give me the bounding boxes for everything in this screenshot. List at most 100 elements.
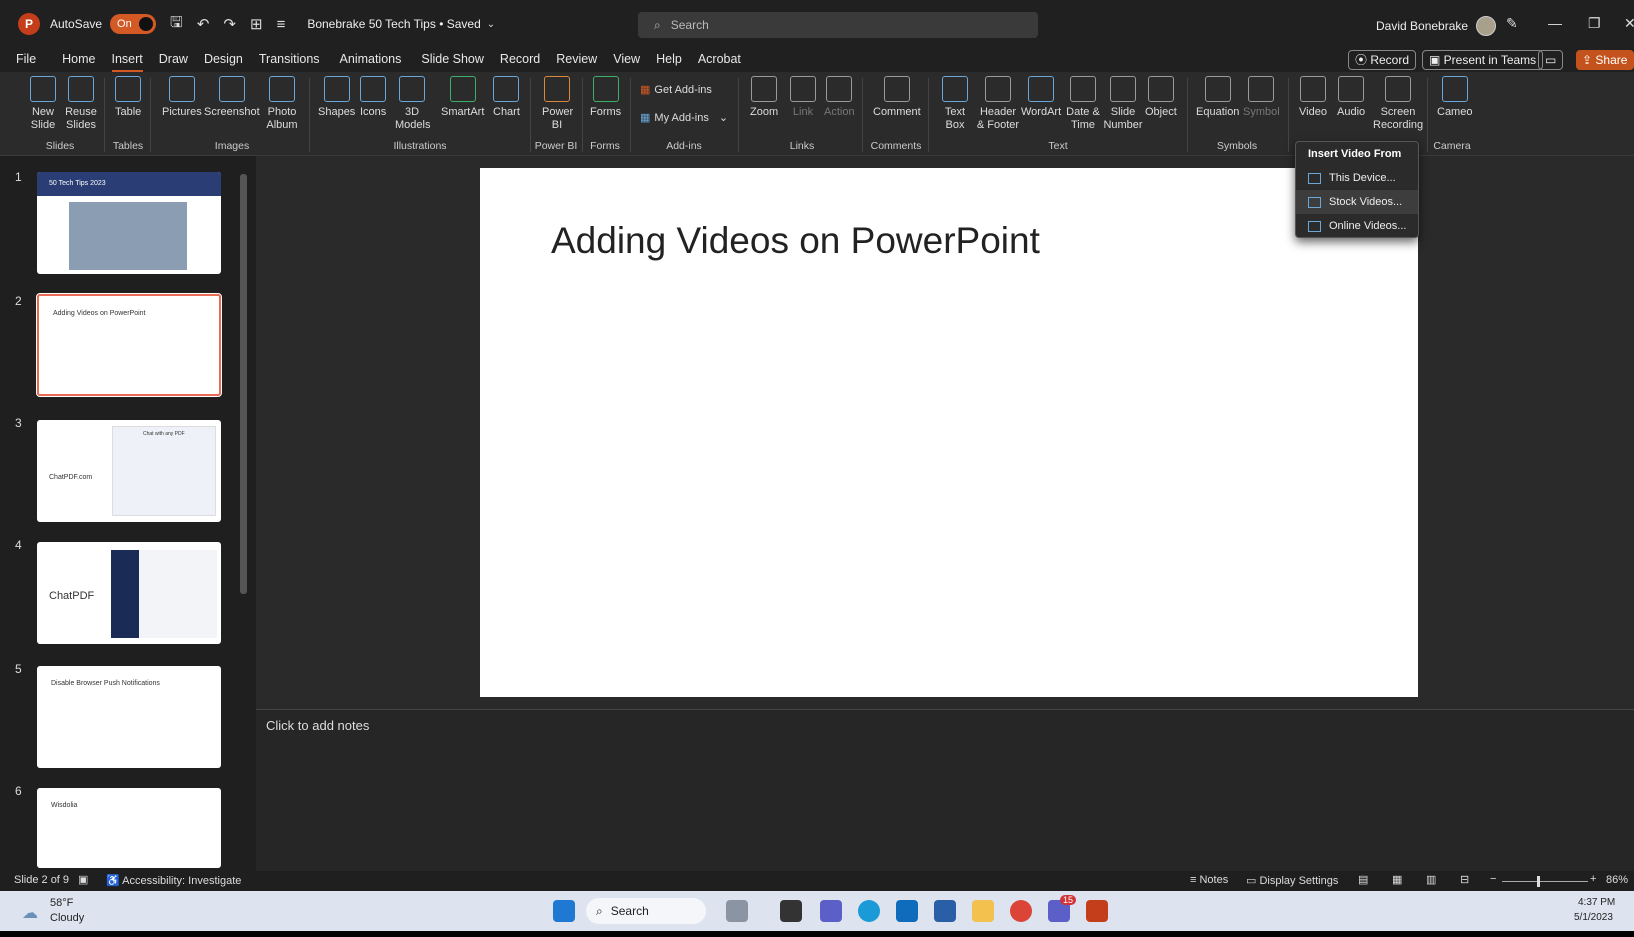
widgets-icon[interactable] (726, 900, 748, 922)
reuse-slides-button[interactable]: Reuse Slides (64, 76, 98, 132)
edge-icon[interactable] (858, 900, 880, 922)
tab-home[interactable]: Home (62, 48, 95, 72)
close-icon[interactable]: ✕ (1624, 15, 1634, 32)
thumbnails-scrollbar[interactable] (240, 160, 248, 860)
outlook-icon[interactable] (896, 900, 918, 922)
new-slide-button[interactable]: New Slide (26, 76, 60, 132)
icons-button[interactable]: Icons (360, 76, 386, 119)
power-bi-button[interactable]: Power BI (542, 76, 573, 132)
table-button[interactable]: Table (115, 76, 141, 119)
powerpoint-taskbar-icon[interactable] (1086, 900, 1108, 922)
tab-transitions[interactable]: Transitions (259, 48, 320, 72)
zoom-button[interactable]: Zoom (750, 76, 778, 119)
cameo-button[interactable]: Cameo (1437, 76, 1472, 119)
tab-review[interactable]: Review (556, 48, 597, 72)
teams-chat-icon[interactable] (820, 900, 842, 922)
audio-button[interactable]: Audio (1337, 76, 1365, 119)
user-account[interactable]: David Bonebrake (1376, 16, 1497, 36)
get-addins-button[interactable]: ▦ Get Add-ins (640, 84, 712, 97)
task-view-icon[interactable] (780, 900, 802, 922)
search-box[interactable]: ⌕ Search (638, 12, 1038, 38)
chart-button[interactable]: Chart (493, 76, 520, 119)
equation-button[interactable]: Equation (1196, 76, 1239, 119)
restore-icon[interactable]: ❐ (1588, 15, 1601, 32)
text-box-button[interactable]: Text Box (940, 76, 970, 132)
windows-start-icon[interactable] (553, 900, 575, 922)
pictures-button[interactable]: Pictures (162, 76, 202, 119)
redo-icon[interactable]: ↷ (223, 15, 236, 33)
tab-draw[interactable]: Draw (159, 48, 188, 72)
chrome-icon[interactable] (1010, 900, 1032, 922)
object-button[interactable]: Object (1145, 76, 1177, 119)
taskbar-search[interactable]: ⌕ Search (586, 898, 706, 924)
slide-thumbnail-5[interactable]: Disable Browser Push Notifications (37, 666, 221, 768)
avatar[interactable] (1476, 16, 1497, 36)
slide-sorter-icon[interactable]: ▦ (1392, 873, 1402, 886)
shapes-button[interactable]: Shapes (318, 76, 355, 119)
screen-recording-button[interactable]: Screen Recording (1373, 76, 1423, 132)
menu-item-stock-videos[interactable]: Stock Videos... (1296, 190, 1418, 214)
smartart-button[interactable]: SmartArt (441, 76, 484, 119)
slide-number-button[interactable]: Slide Number (1103, 76, 1143, 132)
normal-view-icon[interactable]: ▤ (1358, 873, 1368, 886)
tab-view[interactable]: View (613, 48, 640, 72)
document-title[interactable]: Bonebrake 50 Tech Tips • Saved (307, 17, 480, 31)
my-addins-button[interactable]: ▦ My Add-ins ⌄ (640, 112, 728, 125)
slide-thumbnail-1[interactable]: 50 Tech Tips 2023 (37, 172, 221, 274)
present-icon[interactable]: ⊞ (250, 15, 263, 33)
spelling-icon[interactable]: ▣ (78, 873, 88, 886)
tab-file[interactable]: File (16, 48, 36, 72)
slide-thumbnail-3[interactable]: ChatPDF.com Chat with any PDF (37, 420, 221, 522)
menu-item-this-device[interactable]: This Device... (1296, 166, 1418, 190)
customize-qat-icon[interactable]: ≡ (277, 16, 286, 33)
tab-design[interactable]: Design (204, 48, 243, 72)
clock-time[interactable]: 4:37 PM (1578, 897, 1615, 908)
zoom-in-icon[interactable]: + (1590, 873, 1596, 885)
tab-acrobat[interactable]: Acrobat (698, 48, 741, 72)
weather-desc[interactable]: Cloudy (50, 912, 84, 924)
tab-record[interactable]: Record (500, 48, 540, 72)
zoom-out-icon[interactable]: − (1490, 873, 1496, 885)
slide-thumbnail-6[interactable]: Wisdolia (37, 788, 221, 868)
forms-button[interactable]: Forms (590, 76, 621, 119)
wordart-button[interactable]: WordArt (1021, 76, 1061, 119)
accessibility-status[interactable]: ♿ Accessibility: Investigate (106, 874, 241, 887)
comments-button[interactable]: ▭ (1538, 50, 1564, 70)
store-icon[interactable] (934, 900, 956, 922)
pen-icon[interactable]: ✎ (1506, 15, 1518, 32)
zoom-level[interactable]: 86% (1606, 874, 1628, 886)
slide-thumbnail-4[interactable]: ChatPDF (37, 542, 221, 644)
save-icon[interactable]: 🖫 (170, 12, 183, 37)
zoom-slider[interactable] (1502, 881, 1588, 882)
notes-button[interactable]: ≡ Notes (1190, 874, 1228, 886)
action-button[interactable]: Action (824, 76, 855, 119)
record-button[interactable]: ⦿ Record (1348, 50, 1417, 70)
share-button[interactable]: ⇪ Share (1576, 50, 1634, 70)
display-settings-button[interactable]: ▭ Display Settings (1246, 874, 1338, 887)
tab-help[interactable]: Help (656, 48, 682, 72)
minimize-icon[interactable]: — (1548, 15, 1562, 31)
link-button[interactable]: Link (790, 76, 816, 119)
chevron-down-icon[interactable]: ⌄ (487, 19, 495, 30)
slide-title[interactable]: Adding Videos on PowerPoint (551, 220, 1040, 262)
present-in-teams-button[interactable]: ▣ Present in Teams (1422, 50, 1544, 70)
video-button[interactable]: Video (1299, 76, 1327, 119)
weather-temp[interactable]: 58°F (50, 897, 73, 909)
clock-date[interactable]: 5/1/2023 (1574, 912, 1613, 923)
photo-album-button[interactable]: Photo Album (262, 76, 302, 132)
header-footer-button[interactable]: Header & Footer (976, 76, 1020, 132)
menu-item-online-videos[interactable]: Online Videos... (1296, 214, 1418, 238)
undo-icon[interactable]: ↶ (197, 15, 210, 33)
slideshow-icon[interactable]: ⊟ (1460, 873, 1469, 886)
tab-slide-show[interactable]: Slide Show (421, 48, 484, 72)
tab-insert[interactable]: Insert (111, 48, 143, 72)
3d-models-button[interactable]: 3D Models (395, 76, 430, 132)
file-explorer-icon[interactable] (972, 900, 994, 922)
notes-pane[interactable]: Click to add notes (256, 709, 1634, 871)
symbol-button[interactable]: Symbol (1243, 76, 1280, 119)
reading-view-icon[interactable]: ▥ (1426, 873, 1436, 886)
tab-animations[interactable]: Animations (340, 48, 402, 72)
date-time-button[interactable]: Date & Time (1065, 76, 1101, 132)
slide-thumbnail-2[interactable]: Adding Videos on PowerPoint (36, 293, 222, 397)
zoom-slider-thumb[interactable] (1537, 876, 1540, 887)
